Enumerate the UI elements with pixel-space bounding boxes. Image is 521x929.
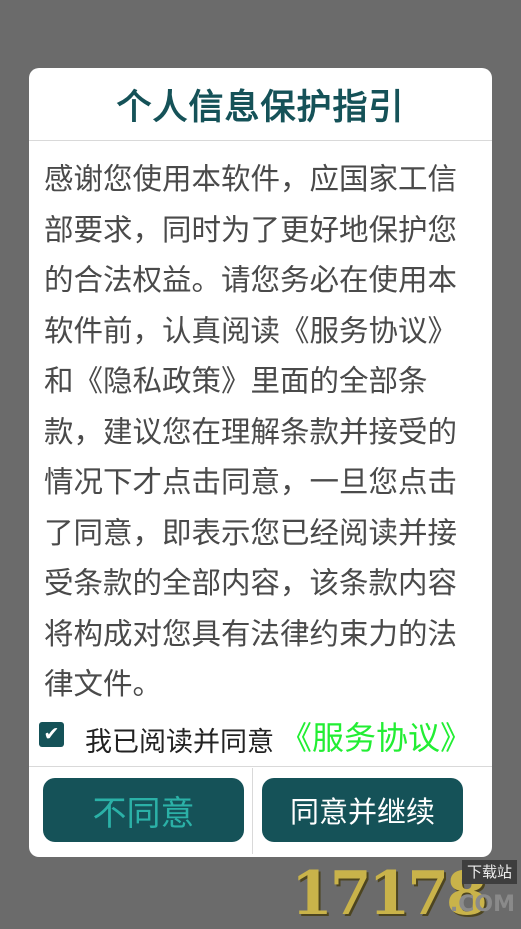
buttons-divider xyxy=(29,766,492,767)
agree-label: 我已阅读并同意 xyxy=(85,726,274,758)
agree-row: ✔ 我已阅读并同意 《服务协议》 xyxy=(39,713,484,759)
watermark-badge: 下载站 xyxy=(461,860,517,884)
privacy-dialog: 个人信息保护指引 感谢您使用本软件，应国家工信部要求，同时为了更好地保护您的合法… xyxy=(29,68,492,857)
agree-continue-button[interactable]: 同意并继续 xyxy=(262,778,463,842)
disagree-button[interactable]: 不同意 xyxy=(43,778,244,842)
dialog-body-text: 感谢您使用本软件，应国家工信部要求，同时为了更好地保护您的合法权益。请您务必在使… xyxy=(44,162,458,701)
dialog-title: 个人信息保护指引 xyxy=(116,87,405,128)
watermark-logo: 17178 下载站 .COM xyxy=(291,858,517,926)
watermark-domain: .COM xyxy=(449,892,515,917)
agree-checkbox[interactable]: ✔ xyxy=(39,721,64,747)
title-divider xyxy=(29,140,492,141)
service-agreement-link[interactable]: 《服务协议》 xyxy=(280,713,472,759)
buttons-separator xyxy=(252,768,253,854)
check-icon: ✔ xyxy=(43,723,60,745)
